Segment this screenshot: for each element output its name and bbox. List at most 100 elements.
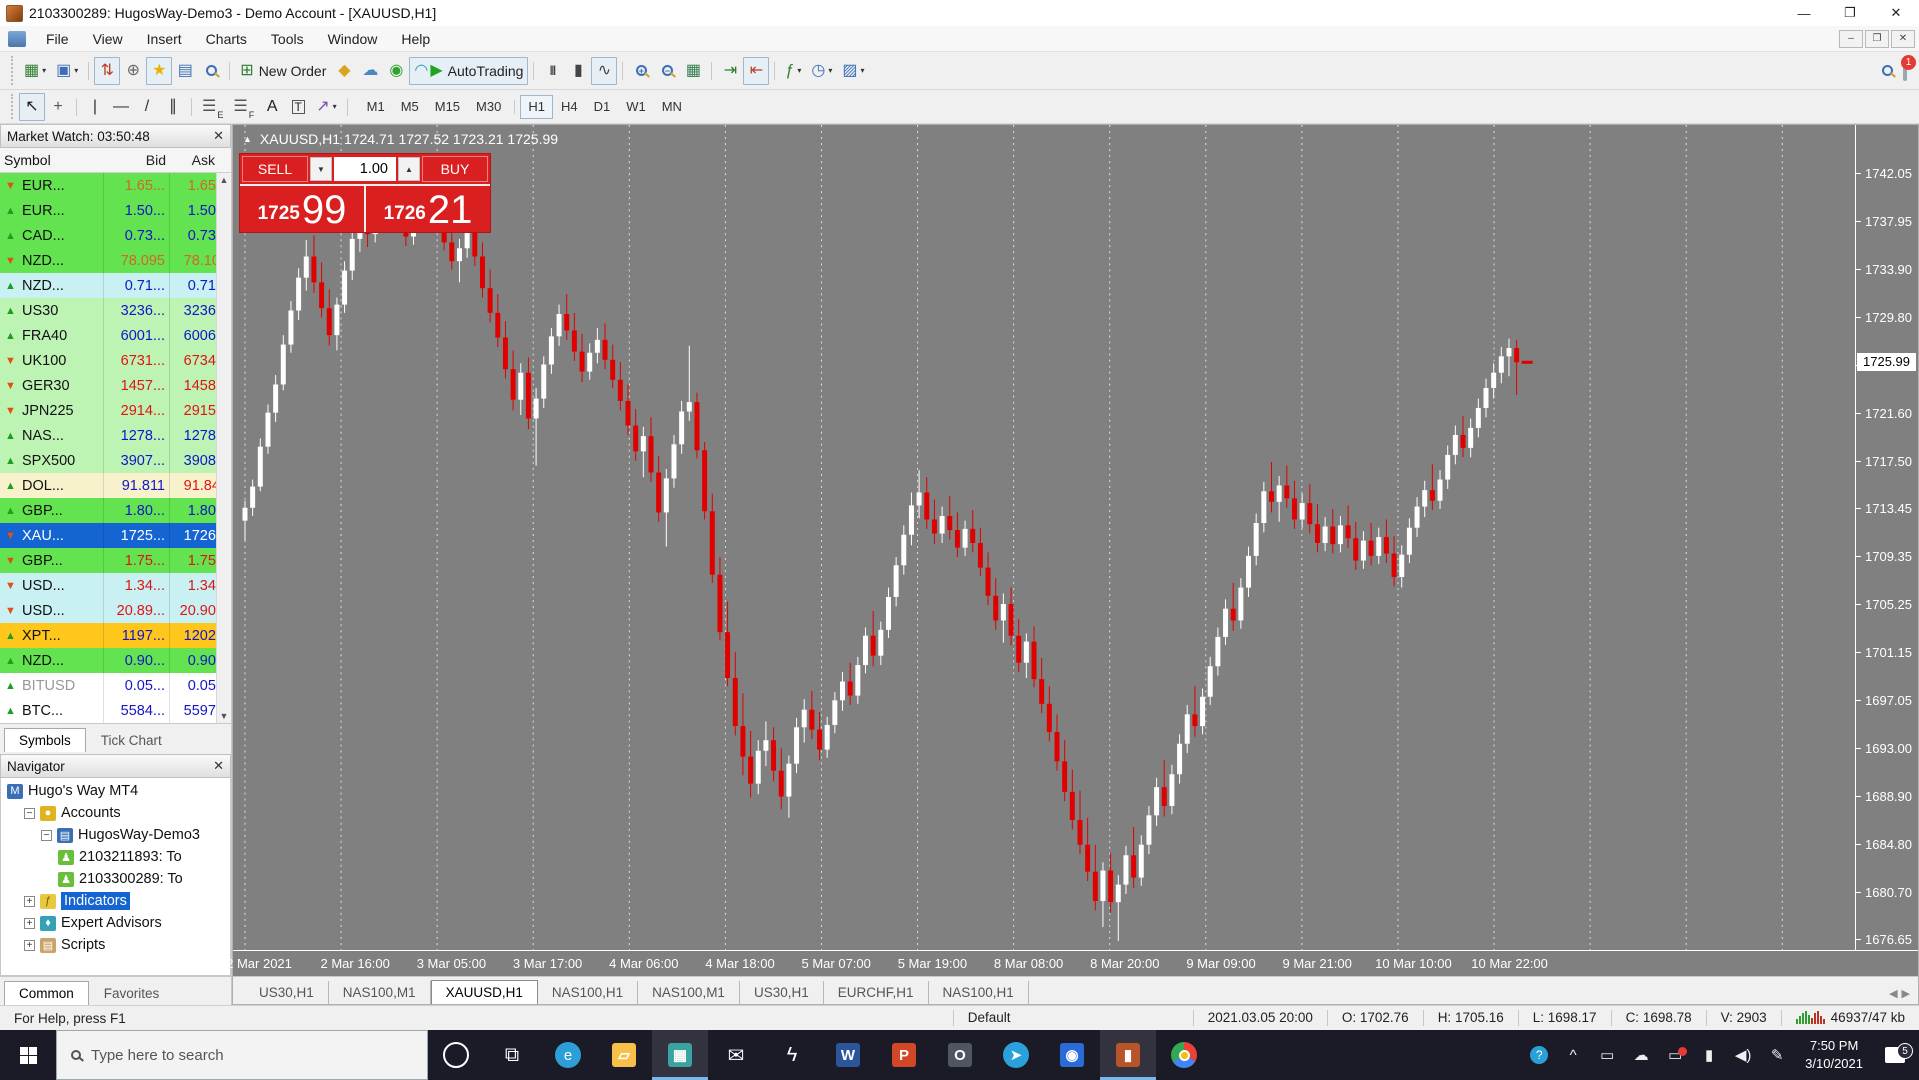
search-icon[interactable] <box>1882 65 1893 76</box>
navigator-titlebar[interactable]: Navigator ✕ <box>0 754 231 778</box>
cast-icon[interactable]: ▭ <box>1591 1046 1623 1064</box>
market-watch-row-GBP[interactable]: ▲ GBP... 1.80... 1.80... <box>0 498 231 523</box>
market-watch-row-GBP[interactable]: ▼ GBP... 1.75... 1.75... <box>0 548 231 573</box>
market-watch-row-DOL[interactable]: ▲ DOL... 91.811 91.845 <box>0 473 231 498</box>
volume-icon[interactable]: ◀) <box>1727 1046 1759 1064</box>
video-call-icon[interactable]: ◉ <box>1044 1030 1100 1080</box>
chart-tab-nas100-h1[interactable]: NAS100,H1 <box>929 981 1029 1004</box>
mail-icon[interactable]: ✉ <box>708 1030 764 1080</box>
mdi-close-button[interactable]: ✕ <box>1891 29 1915 48</box>
timeframe-h1[interactable]: H1 <box>520 94 553 119</box>
strategy-tester-toggle[interactable] <box>198 57 224 85</box>
task-view-icon[interactable]: ⧉ <box>484 1030 540 1080</box>
taskbar-clock[interactable]: 7:50 PM 3/10/2021 <box>1795 1037 1873 1072</box>
auto-scroll-toggle[interactable]: ⇥ <box>717 57 743 85</box>
market-watch-row-US30[interactable]: ▲ US30 3236... 3236... <box>0 298 231 323</box>
volume-decrease-button[interactable]: ▼ <box>310 157 332 181</box>
market-watch-row-NZD[interactable]: ▲ NZD... 0.71... 0.71... <box>0 273 231 298</box>
volume-increase-button[interactable]: ▲ <box>398 157 420 181</box>
market-watch-row-CAD[interactable]: ▲ CAD... 0.73... 0.73... <box>0 223 231 248</box>
chrome-icon[interactable] <box>1156 1030 1212 1080</box>
timeframe-w1[interactable]: W1 <box>618 95 654 119</box>
market-watch-row-BTC[interactable]: ▲ BTC... 5584... 5597... <box>0 698 231 723</box>
timeframe-m5[interactable]: M5 <box>393 95 427 119</box>
mt4-taskbar-icon[interactable]: ▮ <box>1100 1030 1156 1080</box>
market-watch-row-XPT[interactable]: ▲ XPT... 1197... 1202... <box>0 623 231 648</box>
outlook-icon[interactable]: O <box>932 1030 988 1080</box>
timeframe-mn[interactable]: MN <box>654 95 690 119</box>
volume-input[interactable]: 1.00 <box>334 157 396 181</box>
line-chart-type-button[interactable]: ∿ <box>591 56 618 85</box>
chart-tab-us30-h1[interactable]: US30,H1 <box>245 981 329 1004</box>
tree-expand-icon[interactable]: − <box>24 807 35 819</box>
tree-expand-icon[interactable]: + <box>24 895 35 907</box>
periods-button[interactable]: ◷ ▾ <box>806 57 837 85</box>
navigator-item-2103300289-to[interactable]: ♟ 2103300289: To <box>1 868 230 890</box>
taskbar-search-input[interactable]: Type here to search <box>56 1030 428 1080</box>
navigator-toggle[interactable]: ★ <box>146 56 173 85</box>
tab-tick-chart[interactable]: Tick Chart <box>86 728 177 752</box>
tab-favorites[interactable]: Favorites <box>89 981 175 1005</box>
powerpoint-icon[interactable]: P <box>876 1030 932 1080</box>
menu-help[interactable]: Help <box>389 28 442 50</box>
market-watch-titlebar[interactable]: Market Watch: 03:50:48 ✕ <box>0 124 231 148</box>
channel-tool[interactable]: ∥ <box>160 93 186 121</box>
market-watch-row-NZD[interactable]: ▲ NZD... 0.90... 0.90... <box>0 648 231 673</box>
market-watch-row-NZD[interactable]: ▼ NZD... 78.095 78.107 <box>0 248 231 273</box>
lightning-app-icon[interactable]: ϟ <box>764 1030 820 1080</box>
start-button[interactable] <box>0 1030 56 1080</box>
timeframe-m15[interactable]: M15 <box>427 95 468 119</box>
telegram-icon[interactable]: ➤ <box>988 1030 1044 1080</box>
candlestick-chart-type-button[interactable]: ▮ <box>565 57 591 85</box>
chart-tab-eurchf-h1[interactable]: EURCHF,H1 <box>824 981 929 1004</box>
tab-symbols[interactable]: Symbols <box>4 728 86 752</box>
word-icon[interactable]: W <box>820 1030 876 1080</box>
cortana-icon[interactable] <box>428 1030 484 1080</box>
buy-price[interactable]: 1726 21 <box>366 186 490 232</box>
chart-tab-us30-h1[interactable]: US30,H1 <box>740 981 824 1004</box>
navigator-item-hugo-s-way-mt4[interactable]: M Hugo's Way MT4 <box>1 780 230 802</box>
vertical-line-tool[interactable]: | <box>82 93 108 121</box>
mdi-minimize-button[interactable]: – <box>1839 29 1863 48</box>
status-profile[interactable]: Default <box>952 1009 1193 1027</box>
cursor-tool[interactable]: ↖ <box>19 92 45 121</box>
tile-windows-button[interactable]: ▦ <box>680 57 706 85</box>
market-watch-row-USD[interactable]: ▼ USD... 20.89... 20.90... <box>0 598 231 623</box>
fibonacci-expansion-tool[interactable]: ☰ F <box>228 93 259 121</box>
templates-button[interactable]: ▨ ▾ <box>837 57 869 85</box>
market-watch-row-SPX500[interactable]: ▲ SPX500 3907... 3908... <box>0 448 231 473</box>
navigator-item-hugosway-demo3[interactable]: − ▤ HugosWay-Demo3 <box>1 824 230 846</box>
chart-tabs-scroll-buttons[interactable]: ◀ ▶ <box>1881 987 1918 1004</box>
market-watch-row-XAU[interactable]: ▼ XAU... 1725... 1726... <box>0 523 231 548</box>
market-watch-row-EUR[interactable]: ▲ EUR... 1.50... 1.50... <box>0 198 231 223</box>
metaeditor-icon[interactable]: ◆ <box>331 57 357 85</box>
horizontal-line-tool[interactable]: — <box>108 93 134 121</box>
navigator-item-indicators[interactable]: + ƒ Indicators <box>1 890 230 912</box>
new-chart-button-dropdown-icon[interactable]: ▾ <box>42 66 46 75</box>
battery-icon[interactable]: ▮ <box>1693 1046 1725 1064</box>
new-chart-button[interactable]: ▦ ▾ <box>19 57 51 85</box>
navigator-item-expert-advisors[interactable]: + ♦ Expert Advisors <box>1 912 230 934</box>
terminal-toggle[interactable]: ▤ <box>172 57 198 85</box>
market-watch-row-JPN225[interactable]: ▼ JPN225 2914... 2915... <box>0 398 231 423</box>
navigator-item-accounts[interactable]: − ● Accounts <box>1 802 230 824</box>
market-icon[interactable]: ☁ <box>357 57 383 85</box>
navigator-item-scripts[interactable]: + ▤ Scripts <box>1 934 230 956</box>
market-watch-row-USD[interactable]: ▼ USD... 1.34... 1.34... <box>0 573 231 598</box>
pen-icon[interactable]: ✎ <box>1761 1046 1793 1064</box>
candlestick-chart[interactable] <box>233 125 1855 950</box>
close-button[interactable]: ✕ <box>1873 0 1919 26</box>
zoom-in-button[interactable]: + <box>628 57 654 85</box>
minimize-button[interactable]: — <box>1781 0 1827 26</box>
market-watch-row-FRA40[interactable]: ▲ FRA40 6001... 6006... <box>0 323 231 348</box>
data-window-toggle[interactable]: ⊕ <box>120 57 146 85</box>
navigator-item-2103211893-to[interactable]: ♟ 2103211893: To <box>1 846 230 868</box>
market-watch-row-NAS[interactable]: ▲ NAS... 1278... 1278... <box>0 423 231 448</box>
autotrading-button[interactable]: ◠ ▶ AutoTrading <box>409 56 529 85</box>
menu-file[interactable]: File <box>34 28 81 50</box>
tree-expand-icon[interactable]: + <box>24 939 35 951</box>
zoom-out-button[interactable]: − <box>654 57 680 85</box>
chart-tab-nas100-m1[interactable]: NAS100,M1 <box>329 981 431 1004</box>
market-watch-toggle[interactable]: ⇅ <box>94 56 121 85</box>
timeframe-h4[interactable]: H4 <box>553 95 586 119</box>
